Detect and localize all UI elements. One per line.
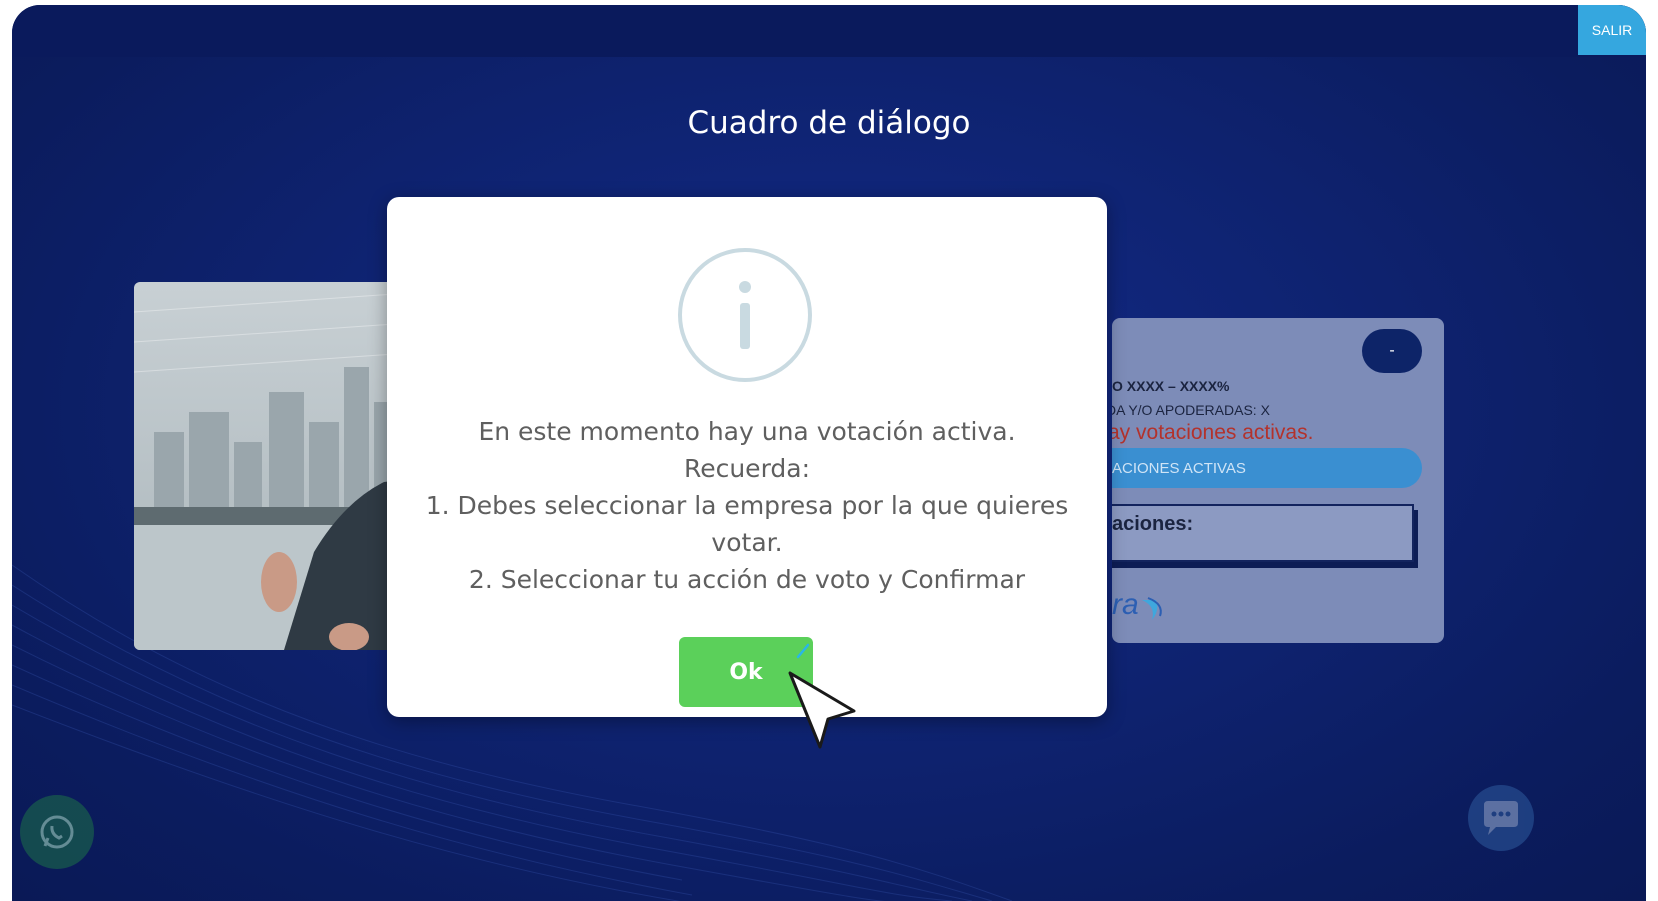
mouse-pointer-icon xyxy=(788,643,856,749)
chat-button[interactable] xyxy=(1468,785,1534,851)
info-icon xyxy=(678,248,812,382)
info-dialog: En este momento hay una votación activa.… xyxy=(387,197,1107,717)
dialog-line-3: 1. Debes seleccionar la empresa por la q… xyxy=(425,491,1069,520)
dialog-line-1: En este momento hay una votación activa. xyxy=(478,417,1016,446)
dialog-line-4: votar. xyxy=(711,528,783,557)
dialog-line-5: 2. Seleccionar tu acción de voto y Confi… xyxy=(468,565,1026,594)
whatsapp-icon xyxy=(40,815,74,849)
dialog-line-2: Recuerda: xyxy=(683,454,811,483)
chat-bot-icon xyxy=(1484,801,1518,835)
whatsapp-button[interactable] xyxy=(20,795,94,869)
dialog-overlay: En este momento hay una votación activa.… xyxy=(12,5,1646,901)
app-frame: SALIR Cuadro de diálogo - O XXXX – XXXX%… xyxy=(12,5,1646,901)
